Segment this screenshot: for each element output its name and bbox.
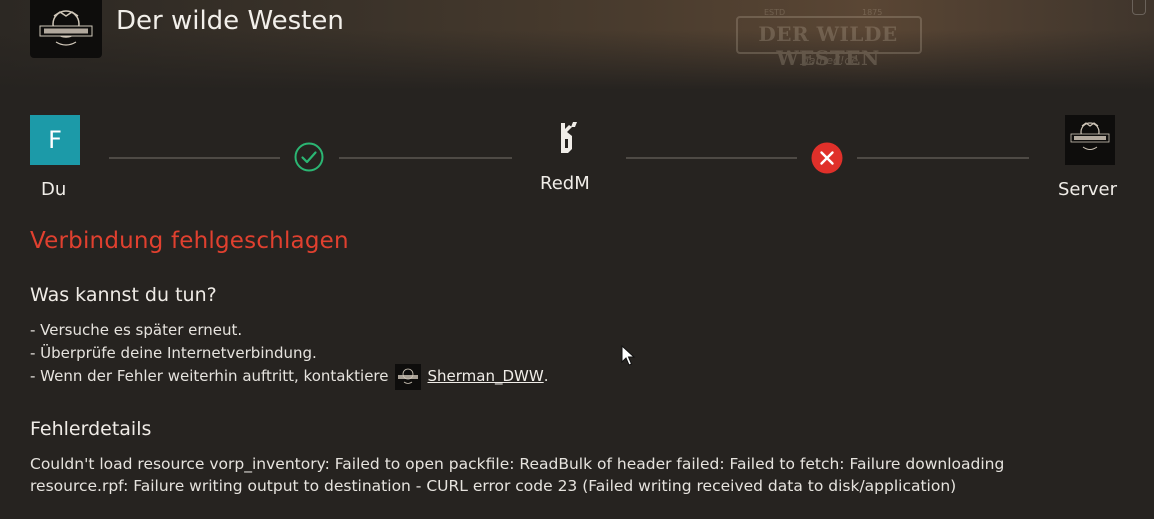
- help-tips-list: - Versuche es später erneut. - Überprüfe…: [30, 319, 549, 390]
- window-close-button[interactable]: [1132, 0, 1146, 15]
- error-details-heading: Fehlerdetails: [30, 418, 152, 440]
- server-title: Der wilde Westen: [116, 6, 344, 36]
- progress-line: [109, 157, 280, 159]
- redm-logo-icon: [557, 121, 579, 155]
- brand-watermark: ESTD 1875 DER WILDE WESTEN gamed!de: [730, 2, 926, 72]
- tip-retry-later: - Versuche es später erneut.: [30, 319, 548, 342]
- progress-line: [626, 157, 797, 159]
- tip-text: - Wenn der Fehler weiterhin auftritt, ko…: [30, 367, 389, 385]
- tip-text: - Versuche es später erneut.: [30, 321, 243, 339]
- contact-user-link[interactable]: Sherman_DWW: [428, 365, 544, 388]
- watermark-year: 1875: [862, 8, 883, 17]
- server-label: Server: [1058, 179, 1118, 200]
- tip-check-internet: - Überprüfe deine Internetverbindung.: [30, 342, 548, 365]
- server-logo-icon: [30, 0, 102, 58]
- error-circle-icon: [811, 142, 843, 174]
- connection-failed-title: Verbindung fehlgeschlagen: [30, 228, 349, 254]
- tip-suffix: .: [543, 367, 549, 385]
- tip-text: - Überprüfe deine Internetverbindung.: [30, 344, 317, 362]
- tip-contact: - Wenn der Fehler weiterhin auftritt, ko…: [30, 363, 549, 390]
- mouse-cursor-icon: [621, 344, 637, 367]
- watermark-estd: ESTD: [764, 8, 786, 17]
- watermark-sub: gamed!de: [801, 54, 859, 67]
- help-heading: Was kannst du tun?: [30, 284, 217, 306]
- progress-line: [339, 157, 512, 159]
- progress-line: [857, 157, 1029, 159]
- contact-avatar-icon: [394, 363, 421, 390]
- error-details-text: Couldn't load resource vorp_inventory: F…: [30, 455, 1005, 495]
- redm-label: RedM: [540, 173, 590, 194]
- you-label: Du: [41, 179, 67, 200]
- user-avatar: F: [30, 115, 80, 165]
- server-avatar-icon: [1065, 115, 1115, 165]
- check-circle-icon: [294, 142, 324, 172]
